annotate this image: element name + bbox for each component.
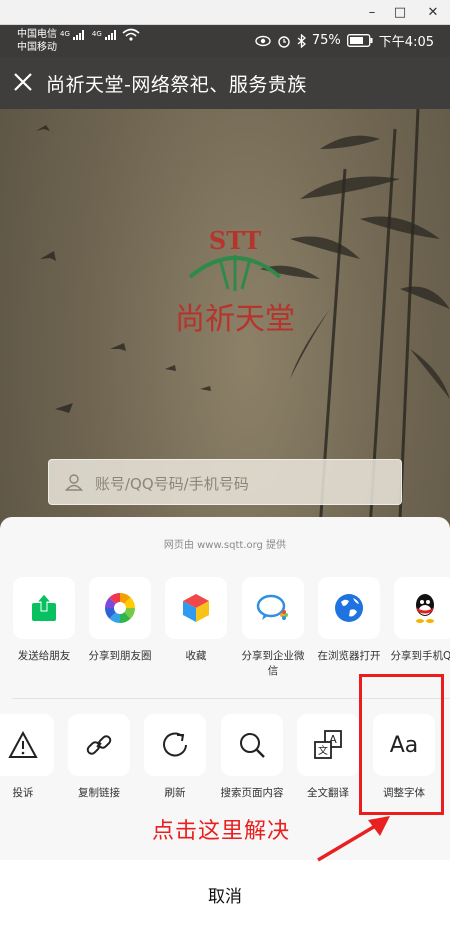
item-label: 搜索页面内容 xyxy=(220,787,284,799)
arrow-annotation xyxy=(317,816,390,862)
item-label: 投诉 xyxy=(12,787,34,799)
work-wechat-icon xyxy=(256,594,288,620)
item-label: 刷新 xyxy=(164,787,186,799)
translate-icon: A文 xyxy=(314,730,342,759)
user-icon xyxy=(65,474,83,491)
refresh-icon xyxy=(163,732,187,757)
bluetooth-icon xyxy=(297,33,306,48)
battery-percent: 75% xyxy=(311,33,341,48)
moments-icon xyxy=(105,593,135,623)
maximize-button[interactable]: □ xyxy=(385,0,415,24)
provider-text: 网页由 www.sqtt.org 提供 xyxy=(163,540,287,551)
wifi-icon xyxy=(122,28,140,41)
account-input[interactable]: 账号/QQ号码/手机号码 xyxy=(48,459,402,505)
search-icon xyxy=(240,733,265,758)
hint-text: 点击这里解决 xyxy=(152,819,291,844)
status-bar: 中国电信 4G 4G 中国移动 75% 下午4:05 xyxy=(0,25,450,57)
item-label: 分享到手机QQ xyxy=(390,650,450,662)
link-icon xyxy=(86,735,112,755)
network-type-2: 4G xyxy=(91,30,102,38)
carrier-1: 中国电信 xyxy=(17,29,57,40)
logo-text: 尚祈天堂 xyxy=(175,302,295,337)
translate-button[interactable]: A文 全文翻译 xyxy=(293,714,363,801)
item-label: 发送给朋友 xyxy=(17,650,71,662)
browser-title-bar: 尚祈天堂-网络祭祀、服务贵族 xyxy=(0,57,450,109)
minimize-button[interactable]: – xyxy=(357,0,387,24)
share-to-moments-button[interactable]: 分享到朋友圈 xyxy=(85,577,155,664)
item-label: 分享到朋友圈 xyxy=(88,650,152,662)
carrier-info: 中国电信 4G 4G 中国移动 xyxy=(17,28,140,54)
refresh-button[interactable]: 刷新 xyxy=(140,714,210,801)
clock: 下午4:05 xyxy=(378,35,434,50)
item-label: 分享到企业微信 xyxy=(241,650,305,677)
battery-icon xyxy=(346,34,373,47)
signal-icon xyxy=(104,29,116,40)
logo-acronym: STT xyxy=(209,226,261,255)
alarm-icon xyxy=(278,35,290,48)
page-title: 尚祈天堂-网络祭祀、服务贵族 xyxy=(46,74,307,96)
window-close-button[interactable]: ✕ xyxy=(418,0,448,24)
window-title-bar: – □ ✕ xyxy=(0,0,450,25)
carrier-2: 中国移动 xyxy=(17,42,57,53)
network-type-1: 4G xyxy=(60,30,70,38)
svg-text:文: 文 xyxy=(318,744,328,757)
status-icons: 75% 下午4:05 xyxy=(255,31,434,50)
share-to-qq-button[interactable]: 分享到手机QQ xyxy=(390,577,450,664)
send-to-friend-button[interactable]: 发送给朋友 xyxy=(9,577,79,664)
report-button[interactable]: 投诉 xyxy=(0,714,58,801)
warning-icon xyxy=(8,731,38,758)
send-to-friend-icon xyxy=(32,593,56,621)
favorites-button[interactable]: 收藏 xyxy=(161,577,231,664)
open-in-browser-button[interactable]: 在浏览器打开 xyxy=(314,577,384,664)
browser-icon xyxy=(335,594,363,622)
cancel-button[interactable]: 取消 xyxy=(0,860,450,929)
highlight-box xyxy=(359,674,444,815)
share-to-work-wechat-button[interactable]: 分享到企业微信 xyxy=(238,577,308,679)
account-placeholder: 账号/QQ号码/手机号码 xyxy=(95,475,249,493)
eye-comfort-icon xyxy=(255,35,271,46)
qq-icon xyxy=(416,594,434,623)
item-label: 复制链接 xyxy=(78,787,120,799)
favorites-icon xyxy=(183,594,209,622)
signal-icon xyxy=(72,29,84,40)
copy-link-button[interactable]: 复制链接 xyxy=(64,714,134,801)
site-logo: STT 尚祈天堂 xyxy=(175,226,295,337)
item-label: 全文翻译 xyxy=(307,787,349,799)
search-page-button[interactable]: 搜索页面内容 xyxy=(217,714,287,801)
item-label: 收藏 xyxy=(185,650,207,662)
item-label: 在浏览器打开 xyxy=(317,650,381,662)
close-icon[interactable] xyxy=(10,69,36,95)
